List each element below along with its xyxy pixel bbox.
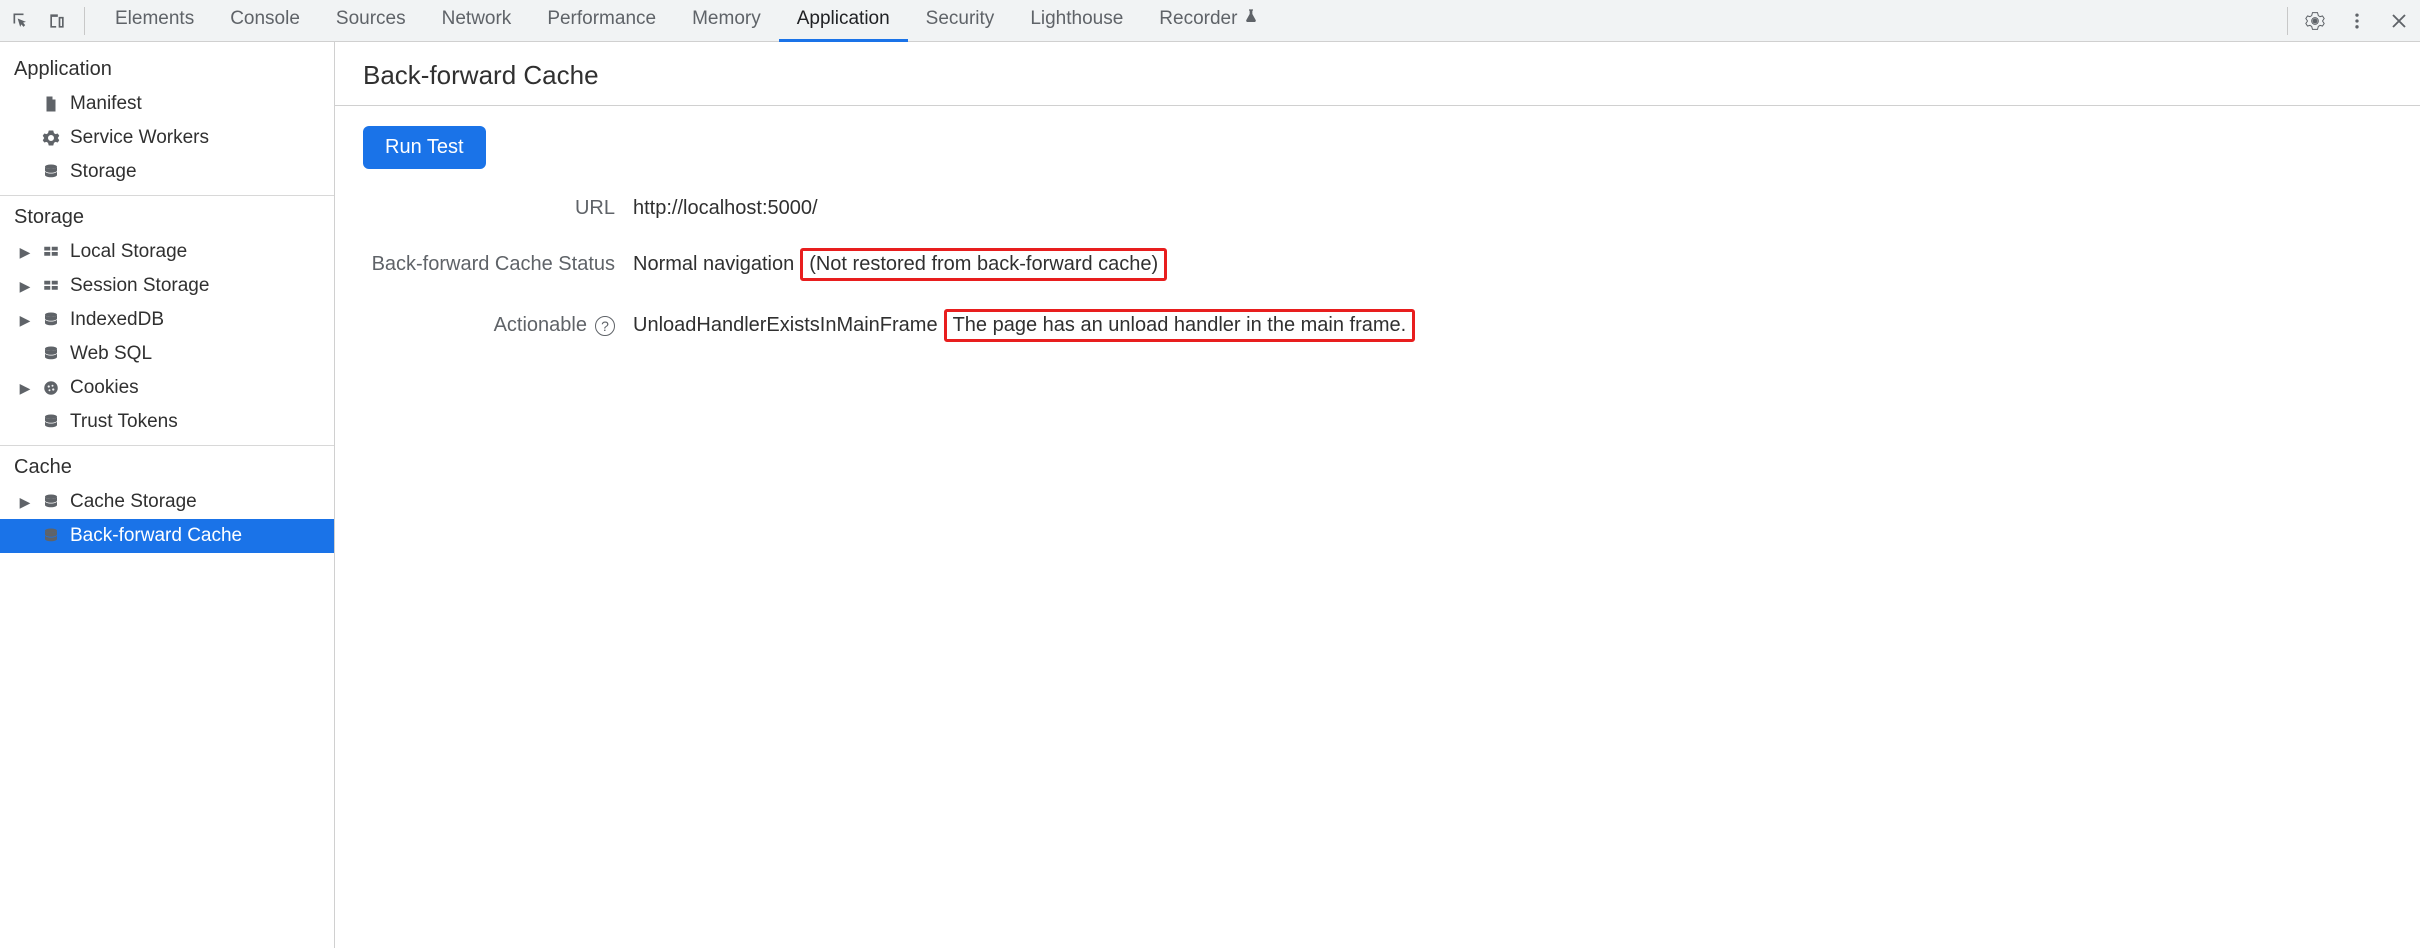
info-row: Actionable?UnloadHandlerExistsInMainFram… xyxy=(363,309,2392,342)
sidebar-item-label: Back-forward Cache xyxy=(70,525,242,547)
sidebar-item-label: Service Workers xyxy=(70,127,209,149)
tab-security[interactable]: Security xyxy=(908,0,1013,42)
cookie-icon xyxy=(40,377,62,399)
tab-elements[interactable]: Elements xyxy=(97,0,212,42)
tab-label: Sources xyxy=(336,8,406,30)
db-icon xyxy=(40,161,62,183)
tab-network[interactable]: Network xyxy=(424,0,530,42)
info-row: URLhttp://localhost:5000/ xyxy=(363,197,2392,220)
expand-arrow-icon[interactable]: ▶ xyxy=(18,278,32,295)
sidebar-item-indexeddb[interactable]: ▶ IndexedDB xyxy=(0,303,334,337)
tab-console[interactable]: Console xyxy=(212,0,318,42)
db-icon xyxy=(40,491,62,513)
tab-memory[interactable]: Memory xyxy=(674,0,779,42)
sidebar-item-service-workers[interactable]: ▶Service Workers xyxy=(0,121,334,155)
close-devtools-icon[interactable] xyxy=(2388,10,2410,32)
highlight-box: The page has an unload handler in the ma… xyxy=(944,309,1416,342)
sidebar-item-label: Web SQL xyxy=(70,343,152,365)
sidebar-group-application: Application xyxy=(0,48,334,87)
sidebar-item-local-storage[interactable]: ▶ Local Storage xyxy=(0,235,334,269)
expand-arrow-icon[interactable]: ▶ xyxy=(18,312,32,329)
table-icon xyxy=(40,241,62,263)
tab-label: Application xyxy=(797,8,890,30)
tab-label: Lighthouse xyxy=(1030,8,1123,30)
sidebar-item-trust-tokens[interactable]: ▶Trust Tokens xyxy=(0,405,334,439)
sidebar-item-label: Local Storage xyxy=(70,241,187,263)
info-value: UnloadHandlerExistsInMainFrameThe page h… xyxy=(633,309,1415,342)
db-icon xyxy=(40,309,62,331)
sidebar-item-session-storage[interactable]: ▶ Session Storage xyxy=(0,269,334,303)
main-panel: Back-forward Cache Run Test URLhttp://lo… xyxy=(335,42,2420,948)
flask-icon xyxy=(1243,8,1259,30)
expand-arrow-icon[interactable]: ▶ xyxy=(18,380,32,397)
tab-label: Memory xyxy=(692,8,761,30)
highlight-box: (Not restored from back-forward cache) xyxy=(800,248,1167,281)
tab-recorder[interactable]: Recorder xyxy=(1141,0,1277,42)
sidebar-item-label: Cookies xyxy=(70,377,139,399)
tab-sources[interactable]: Sources xyxy=(318,0,424,42)
sidebar-item-back-forward-cache[interactable]: ▶Back-forward Cache xyxy=(0,519,334,553)
tab-label: Performance xyxy=(547,8,656,30)
sidebar-item-storage[interactable]: ▶Storage xyxy=(0,155,334,189)
info-key: Back-forward Cache Status xyxy=(363,253,633,276)
expand-arrow-icon[interactable]: ▶ xyxy=(18,244,32,261)
tab-label: Elements xyxy=(115,8,194,30)
sidebar-item-web-sql[interactable]: ▶Web SQL xyxy=(0,337,334,371)
info-value: http://localhost:5000/ xyxy=(633,197,818,220)
sidebar-group-cache: Cache xyxy=(0,446,334,485)
info-key: Actionable? xyxy=(363,314,633,337)
db-icon xyxy=(40,343,62,365)
tab-label: Console xyxy=(230,8,300,30)
sidebar-item-label: Storage xyxy=(70,161,137,183)
sidebar-item-label: Trust Tokens xyxy=(70,411,178,433)
sidebar-item-cookies[interactable]: ▶ Cookies xyxy=(0,371,334,405)
help-icon[interactable]: ? xyxy=(595,316,615,336)
panel-tabs: Elements Console Sources Network Performance… xyxy=(97,0,1277,42)
device-toolbar-icon[interactable] xyxy=(46,10,68,32)
file-icon xyxy=(40,93,62,115)
sidebar-item-label: Cache Storage xyxy=(70,491,197,513)
tab-lighthouse[interactable]: Lighthouse xyxy=(1012,0,1141,42)
table-icon xyxy=(40,275,62,297)
expand-arrow-icon[interactable]: ▶ xyxy=(18,494,32,511)
info-row: Back-forward Cache StatusNormal navigati… xyxy=(363,248,2392,281)
sidebar-group-storage: Storage xyxy=(0,196,334,235)
application-sidebar: Application▶Manifest▶Service Workers▶Sto… xyxy=(0,42,335,948)
sidebar-item-label: IndexedDB xyxy=(70,309,164,331)
db-icon xyxy=(40,411,62,433)
more-menu-icon[interactable] xyxy=(2346,10,2368,32)
gear-icon xyxy=(40,127,62,149)
inspect-element-icon[interactable] xyxy=(10,10,32,32)
tab-performance[interactable]: Performance xyxy=(529,0,674,42)
sidebar-item-label: Session Storage xyxy=(70,275,209,297)
run-test-button[interactable]: Run Test xyxy=(363,126,486,169)
info-value: Normal navigation(Not restored from back… xyxy=(633,248,1167,281)
db-icon xyxy=(40,525,62,547)
sidebar-item-cache-storage[interactable]: ▶ Cache Storage xyxy=(0,485,334,519)
sidebar-item-manifest[interactable]: ▶Manifest xyxy=(0,87,334,121)
sidebar-item-label: Manifest xyxy=(70,93,142,115)
devtools-toolbar: Elements Console Sources Network Performance… xyxy=(0,0,2420,42)
tab-label: Security xyxy=(926,8,995,30)
settings-gear-icon[interactable] xyxy=(2304,10,2326,32)
tab-application[interactable]: Application xyxy=(779,0,908,42)
tab-label: Network xyxy=(442,8,512,30)
tab-label: Recorder xyxy=(1159,8,1237,30)
page-title: Back-forward Cache xyxy=(335,42,2420,106)
info-key: URL xyxy=(363,197,633,220)
